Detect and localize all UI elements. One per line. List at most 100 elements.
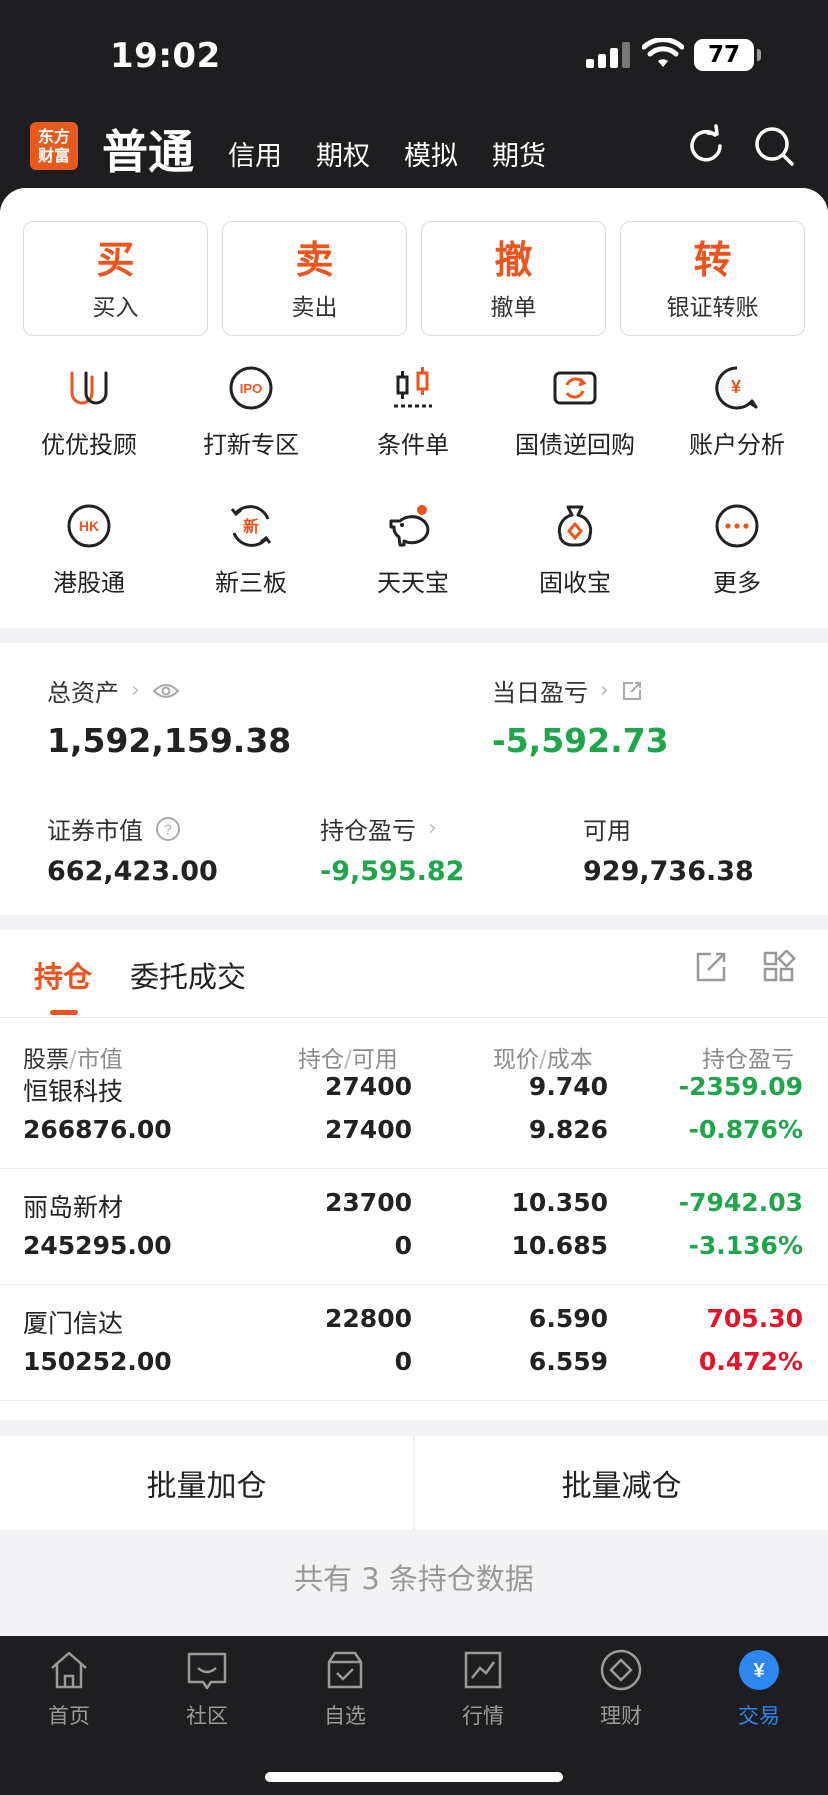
func-account-analysis[interactable]: ¥ 账户分析 bbox=[657, 363, 817, 460]
func-label: 天天宝 bbox=[377, 569, 449, 597]
tab-options[interactable]: 期权 bbox=[316, 134, 370, 173]
watchlist-icon bbox=[327, 1651, 363, 1689]
battery-indicator: 77 bbox=[694, 39, 761, 71]
market-value-item: 证券市值 ? bbox=[47, 811, 181, 846]
stock-available: 27400 bbox=[325, 1115, 412, 1144]
stock-market-value: 245295.00 bbox=[23, 1231, 172, 1260]
func-ipo[interactable]: IPO 打新专区 bbox=[171, 363, 331, 460]
tab-orders[interactable]: 委托成交 bbox=[130, 954, 246, 996]
func-label: 国债逆回购 bbox=[515, 431, 635, 459]
func-neeq[interactable]: 新 新三板 bbox=[171, 501, 331, 598]
nav-wealth[interactable]: 理财 bbox=[552, 1648, 690, 1730]
app-header: 东方 财富 普通 信用 期权 模拟 期货 bbox=[0, 110, 828, 190]
stock-price: 10.350 bbox=[511, 1188, 608, 1217]
total-assets-label: 总资产 bbox=[47, 679, 119, 707]
stock-pl-pct: 0.472% bbox=[698, 1347, 803, 1376]
tab-positions[interactable]: 持仓 bbox=[34, 954, 92, 996]
help-icon[interactable]: ? bbox=[155, 816, 181, 842]
buy-button-label: 买入 bbox=[92, 295, 139, 321]
stock-market-value: 150252.00 bbox=[23, 1347, 172, 1376]
stock-available: 0 bbox=[394, 1347, 412, 1376]
nav-market[interactable]: 行情 bbox=[414, 1648, 552, 1730]
func-tiantianbao[interactable]: 天天宝 bbox=[333, 501, 493, 598]
total-assets-link[interactable]: 总资产 › bbox=[47, 673, 180, 708]
func-label: 更多 bbox=[713, 569, 761, 597]
eye-icon[interactable] bbox=[152, 682, 180, 700]
nav-watchlist[interactable]: 自选 bbox=[276, 1648, 414, 1730]
app-logo[interactable]: 东方 财富 bbox=[30, 122, 78, 170]
batch-add-button[interactable]: 批量加仓 bbox=[0, 1436, 413, 1530]
nav-community[interactable]: 社区 bbox=[138, 1648, 276, 1730]
logo-text-bottom: 财富 bbox=[37, 146, 70, 165]
available-item: 可用 bbox=[583, 811, 631, 846]
stock-price: 9.740 bbox=[528, 1072, 608, 1101]
func-gushoubao[interactable]: 固收宝 bbox=[495, 501, 655, 598]
grid-view-icon[interactable] bbox=[762, 950, 796, 984]
stock-pl: 705.30 bbox=[706, 1304, 803, 1333]
total-assets-value: 1,592,159.38 bbox=[47, 721, 292, 760]
position-pl-label: 持仓盈亏 bbox=[320, 817, 416, 845]
func-label: 港股通 bbox=[53, 569, 125, 597]
stock-pl: -2359.09 bbox=[678, 1072, 803, 1101]
refresh-icon[interactable] bbox=[684, 124, 728, 168]
wifi-icon bbox=[642, 38, 684, 67]
home-indicator[interactable] bbox=[265, 1772, 563, 1782]
nav-home[interactable]: 首页 bbox=[0, 1648, 138, 1730]
batch-reduce-button[interactable]: 批量减仓 bbox=[415, 1436, 828, 1530]
nav-label: 自选 bbox=[324, 1704, 366, 1728]
func-youyou[interactable]: 优优投顾 bbox=[9, 363, 169, 460]
stock-cost: 6.559 bbox=[528, 1347, 608, 1376]
logo-text-top: 东方 bbox=[37, 127, 70, 146]
available-label: 可用 bbox=[583, 817, 631, 845]
svg-text:¥: ¥ bbox=[753, 1660, 765, 1682]
buy-button-glyph: 买 bbox=[96, 238, 135, 282]
svg-text:?: ? bbox=[164, 821, 172, 837]
tab-normal[interactable]: 普通 bbox=[102, 116, 194, 182]
sell-button-glyph: 卖 bbox=[295, 238, 334, 282]
status-time: 19:02 bbox=[110, 36, 221, 76]
cancel-order-button[interactable]: 撤 撤单 bbox=[421, 221, 606, 336]
table-row[interactable]: 恒银科技 266876.00 27400 27400 9.740 9.826 -2359.0… bbox=[0, 1054, 828, 1169]
tab-simulation[interactable]: 模拟 bbox=[404, 134, 458, 173]
position-pl-value: -9,595.82 bbox=[320, 856, 465, 887]
youyou-icon bbox=[70, 371, 108, 405]
func-label: 账户分析 bbox=[689, 431, 785, 459]
func-more[interactable]: 更多 bbox=[657, 501, 817, 598]
money-bag-icon bbox=[557, 505, 593, 547]
stock-pl-pct: -0.876% bbox=[688, 1115, 803, 1144]
positions-panel: 持仓 委托成交 股票/市值 持仓/可用 现价/成本 持仓盈亏 恒银科技 26687… bbox=[0, 930, 828, 1420]
stock-hold: 27400 bbox=[325, 1072, 412, 1101]
daily-pl-link[interactable]: 当日盈亏 › bbox=[492, 673, 643, 708]
buy-button[interactable]: 买 买入 bbox=[23, 221, 208, 336]
func-reverse-repo[interactable]: 国债逆回购 bbox=[495, 363, 655, 460]
tab-credit[interactable]: 信用 bbox=[228, 134, 282, 173]
nav-trade[interactable]: ¥ 交易 bbox=[690, 1648, 828, 1730]
signal-icon bbox=[586, 42, 632, 68]
stock-available: 0 bbox=[394, 1231, 412, 1260]
table-row[interactable]: 丽岛新材 245295.00 23700 0 10.350 10.685 -7942.03 -… bbox=[0, 1170, 828, 1285]
stock-name: 恒银科技 bbox=[23, 1077, 124, 1106]
func-hk-connect[interactable]: HK 港股通 bbox=[9, 501, 169, 598]
share-icon[interactable] bbox=[621, 680, 643, 702]
more-icon bbox=[715, 504, 759, 548]
svg-text:HK: HK bbox=[79, 518, 99, 534]
wealth-icon bbox=[600, 1649, 642, 1691]
table-row[interactable]: 厦门信达 150252.00 22800 0 6.590 6.559 705.30 0.472… bbox=[0, 1286, 828, 1401]
market-value-label: 证券市值 bbox=[47, 817, 143, 845]
tab-futures[interactable]: 期货 bbox=[492, 134, 546, 173]
stock-name: 厦门信达 bbox=[23, 1309, 124, 1338]
position-pl-link[interactable]: 持仓盈亏 › bbox=[320, 811, 437, 846]
func-conditional-order[interactable]: 条件单 bbox=[333, 363, 493, 460]
available-value: 929,736.38 bbox=[583, 856, 754, 887]
piggy-bank-icon bbox=[389, 505, 430, 547]
search-icon[interactable] bbox=[752, 124, 796, 168]
export-icon[interactable] bbox=[694, 950, 728, 984]
sell-button-label: 卖出 bbox=[291, 295, 338, 321]
chevron-right-icon: › bbox=[428, 816, 437, 841]
transfer-button[interactable]: 转 银证转账 bbox=[620, 221, 805, 336]
stock-pl-pct: -3.136% bbox=[688, 1231, 803, 1260]
sell-button[interactable]: 卖 卖出 bbox=[222, 221, 407, 336]
nav-label: 行情 bbox=[462, 1704, 504, 1728]
svg-text:IPO: IPO bbox=[240, 381, 262, 396]
nav-label: 首页 bbox=[48, 1704, 90, 1728]
